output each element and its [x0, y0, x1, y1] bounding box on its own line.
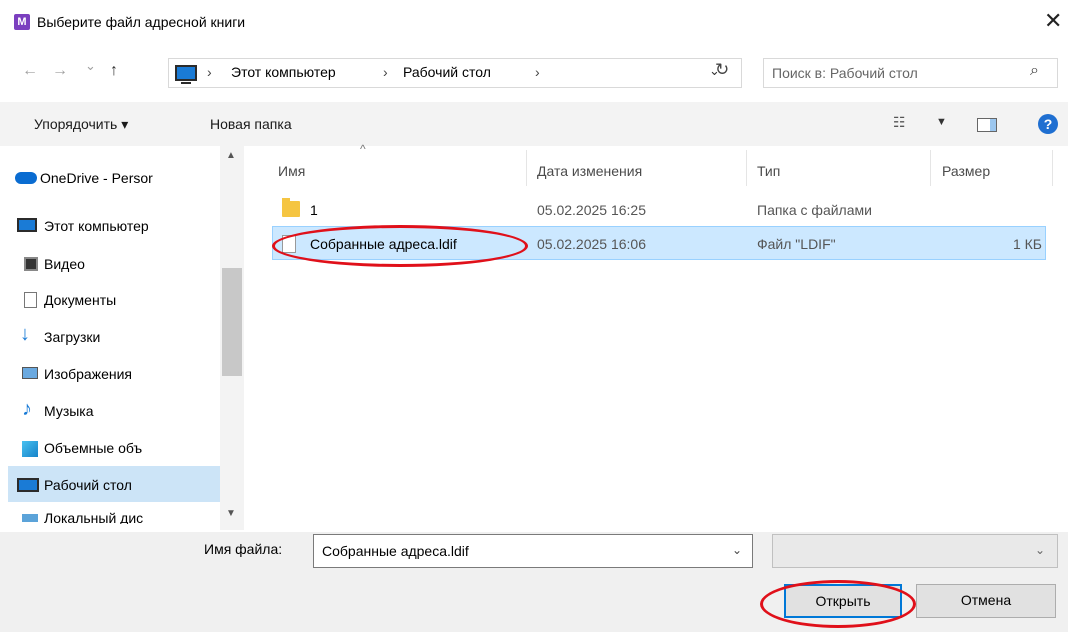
sidebar-item-3d-objects[interactable]: Объемные объ — [44, 440, 142, 456]
new-folder-button[interactable]: Новая папка — [210, 116, 292, 132]
file-modified: 05.02.2025 16:25 — [537, 202, 646, 218]
downloads-icon: ↓ — [20, 323, 30, 345]
sort-ascending-icon: ^ — [360, 142, 366, 156]
file-type: Папка с файлами — [757, 202, 872, 218]
sidebar-item-local-disk[interactable]: Локальный дис — [44, 510, 143, 524]
up-icon[interactable]: ↑ — [110, 62, 118, 80]
breadcrumb-separator[interactable]: › — [383, 64, 388, 80]
search-placeholder: Поиск в: Рабочий стол — [772, 65, 918, 81]
chevron-down-icon[interactable]: ⌄ — [732, 543, 742, 557]
file-size: 1 КБ — [1012, 236, 1042, 252]
computer-icon — [175, 65, 197, 84]
file-name[interactable]: 1 — [310, 202, 318, 218]
sidebar-item-video[interactable]: Видео — [44, 256, 85, 272]
filename-label: Имя файла: — [204, 541, 283, 557]
column-divider[interactable] — [526, 150, 527, 186]
preview-pane-icon[interactable] — [977, 118, 997, 132]
view-dropdown-caret[interactable]: ▼ — [936, 116, 947, 128]
folder-icon — [282, 198, 300, 217]
scroll-up-icon[interactable]: ▲ — [226, 150, 236, 161]
column-header-modified[interactable]: Дата изменения — [537, 163, 642, 179]
drive-icon — [22, 514, 38, 522]
column-divider[interactable] — [930, 150, 931, 186]
breadcrumb-separator[interactable]: › — [535, 64, 540, 80]
breadcrumb-separator: › — [207, 64, 212, 80]
desktop-icon — [17, 478, 39, 492]
filename-field[interactable]: Собранные адреса.ldif ⌄ — [313, 534, 753, 568]
video-icon — [24, 257, 38, 271]
organize-button[interactable]: Упорядочить ▾ — [34, 116, 128, 133]
annotation-oval — [272, 225, 528, 267]
sidebar-scrollbar-thumb[interactable] — [222, 268, 242, 376]
column-header-type[interactable]: Тип — [757, 163, 780, 179]
view-options-icon[interactable]: ☷ — [893, 114, 906, 131]
scroll-down-icon[interactable]: ▼ — [226, 508, 236, 519]
computer-icon — [17, 218, 37, 232]
search-icon[interactable]: ⌕ — [1030, 62, 1039, 80]
breadcrumb-this-pc[interactable]: Этот компьютер — [231, 64, 336, 80]
chevron-down-icon[interactable]: ⌄ — [1035, 543, 1045, 557]
cloud-icon — [15, 172, 37, 184]
filename-value: Собранные адреса.ldif — [322, 543, 469, 559]
recent-locations-icon[interactable]: ⌄ — [85, 58, 96, 74]
sidebar-item-onedrive[interactable]: OneDrive - Persor — [40, 170, 153, 186]
column-divider[interactable] — [1052, 150, 1053, 186]
search-input[interactable]: Поиск в: Рабочий стол ⌕ — [763, 58, 1058, 88]
file-modified: 05.02.2025 16:06 — [537, 236, 646, 252]
annotation-oval — [760, 580, 916, 628]
close-icon[interactable]: ✕ — [1044, 8, 1062, 34]
sidebar-item-this-pc[interactable]: Этот компьютер — [44, 218, 149, 234]
sidebar-item-pictures[interactable]: Изображения — [44, 366, 132, 382]
documents-icon — [24, 292, 37, 308]
dialog-title: Выберите файл адресной книги — [37, 14, 246, 30]
breadcrumb-desktop[interactable]: Рабочий стол — [403, 64, 491, 80]
help-icon[interactable]: ? — [1038, 114, 1058, 134]
refresh-icon[interactable]: ↻ — [715, 60, 729, 80]
column-header-name[interactable]: Имя — [278, 163, 305, 179]
command-toolbar: Упорядочить ▾ Новая папка ☷ ▼ ? — [0, 102, 1068, 146]
column-header-size[interactable]: Размер — [942, 163, 990, 179]
3d-objects-icon — [22, 441, 38, 457]
sidebar-item-music[interactable]: Музыка — [44, 403, 94, 419]
cancel-button[interactable]: Отмена — [916, 584, 1056, 618]
app-icon: M — [14, 14, 30, 30]
music-icon: ♪ — [22, 398, 32, 420]
column-divider[interactable] — [746, 150, 747, 186]
back-icon[interactable]: ← — [22, 62, 38, 80]
address-bar[interactable]: › Этот компьютер › Рабочий стол › ⌄ — [168, 58, 742, 88]
file-type-filter[interactable]: ⌄ — [772, 534, 1058, 568]
sidebar-item-documents[interactable]: Документы — [44, 292, 116, 308]
file-type: Файл "LDIF" — [757, 236, 836, 252]
pictures-icon — [22, 367, 38, 379]
sidebar-item-downloads[interactable]: Загрузки — [44, 329, 100, 345]
forward-icon[interactable]: → — [52, 62, 68, 80]
sidebar-item-desktop[interactable]: Рабочий стол — [44, 477, 132, 493]
